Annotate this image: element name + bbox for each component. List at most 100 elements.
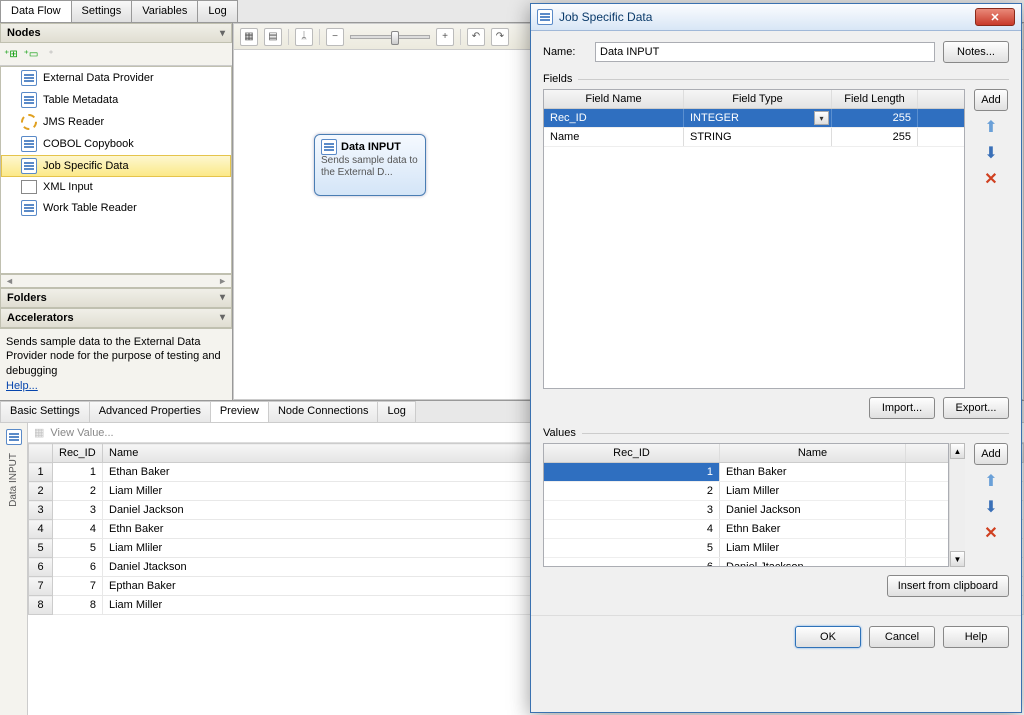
- insert-clipboard-button[interactable]: Insert from clipboard: [887, 575, 1009, 597]
- node-item-cobol-copybook[interactable]: COBOL Copybook: [1, 133, 231, 155]
- tab-data-flow[interactable]: Data Flow: [0, 0, 72, 22]
- export-button[interactable]: Export...: [943, 397, 1009, 419]
- help-button[interactable]: Help: [943, 626, 1009, 648]
- redo-icon[interactable]: ↷: [491, 28, 509, 46]
- node-item-work-table-reader[interactable]: Work Table Reader: [1, 197, 231, 219]
- delete-icon[interactable]: ✕: [984, 169, 997, 189]
- close-icon[interactable]: ✕: [975, 8, 1015, 26]
- tab-settings[interactable]: Settings: [71, 0, 133, 22]
- values-scrollbar[interactable]: ▲▼: [949, 443, 965, 567]
- node-item-xml-input[interactable]: XML Input: [1, 177, 231, 197]
- canvas-node-title: Data INPUT: [341, 141, 401, 153]
- values-table[interactable]: Rec_ID Name 1Ethan Baker2Liam Miller3Dan…: [543, 443, 949, 567]
- node-icon: [21, 180, 37, 194]
- node-label: Table Metadata: [43, 94, 118, 106]
- value-row[interactable]: 1Ethan Baker: [544, 463, 948, 482]
- collapse-icon[interactable]: ▾: [220, 28, 225, 39]
- undo-icon[interactable]: ↶: [467, 28, 485, 46]
- import-button[interactable]: Import...: [869, 397, 935, 419]
- help-link[interactable]: Help...: [6, 380, 38, 392]
- move-value-up-icon[interactable]: ⬆: [984, 471, 997, 491]
- tab-advanced-properties[interactable]: Advanced Properties: [89, 401, 211, 422]
- nodes-section-header[interactable]: Nodes ▾: [0, 23, 232, 43]
- fields-col-length[interactable]: Field Length: [832, 90, 918, 108]
- folders-label: Folders: [7, 292, 47, 304]
- dialog-titlebar[interactable]: Job Specific Data ✕: [531, 4, 1021, 31]
- node-icon: [21, 70, 37, 86]
- dialog-icon: [537, 9, 553, 25]
- grid-icon[interactable]: ▤: [264, 28, 282, 46]
- view-icon: ▦: [34, 426, 44, 439]
- add-group-icon[interactable]: ⁺⊞: [3, 46, 19, 62]
- ok-button[interactable]: OK: [795, 626, 861, 648]
- tab-variables[interactable]: Variables: [131, 0, 198, 22]
- move-value-down-icon[interactable]: ⬇: [984, 497, 997, 517]
- node-icon: [21, 114, 37, 130]
- dialog-title: Job Specific Data: [559, 10, 975, 24]
- field-row[interactable]: NameSTRING255: [544, 128, 964, 147]
- add-field-button[interactable]: Add: [974, 89, 1008, 111]
- fields-table[interactable]: Field Name Field Type Field Length Rec_I…: [543, 89, 965, 389]
- value-row[interactable]: 5Liam Mliler: [544, 539, 948, 558]
- canvas-node-data-input[interactable]: Data INPUT Sends sample data to the Exte…: [314, 134, 426, 196]
- zoom-out-icon[interactable]: −: [326, 28, 344, 46]
- node-icon: [21, 92, 37, 108]
- values-col-name[interactable]: Name: [720, 444, 906, 462]
- accel-label: Accelerators: [7, 312, 74, 324]
- node-label: Job Specific Data: [43, 160, 129, 172]
- move-down-icon[interactable]: ⬇: [984, 143, 997, 163]
- node-info: Sends sample data to the External Data P…: [0, 328, 232, 400]
- node-item-external-data-provider[interactable]: External Data Provider: [1, 67, 231, 89]
- tab-log[interactable]: Log: [197, 0, 237, 22]
- add-value-button[interactable]: Add: [974, 443, 1008, 465]
- job-specific-data-dialog: Job Specific Data ✕ Name: Notes... Field…: [530, 3, 1022, 713]
- node-item-table-metadata[interactable]: Table Metadata: [1, 89, 231, 111]
- hscroll[interactable]: ◄ ►: [0, 274, 232, 288]
- dialog-footer: OK Cancel Help: [531, 615, 1021, 658]
- field-row[interactable]: Rec_IDINTEGER▾255: [544, 109, 964, 128]
- cancel-button[interactable]: Cancel: [869, 626, 935, 648]
- fields-label: Fields: [543, 73, 572, 85]
- dropdown-icon[interactable]: ▾: [814, 111, 829, 125]
- node-label: COBOL Copybook: [43, 138, 134, 150]
- node-icon: [21, 200, 37, 216]
- value-row[interactable]: 4Ethn Baker: [544, 520, 948, 539]
- name-field[interactable]: [595, 42, 935, 62]
- view-value-btn[interactable]: View Value...: [50, 427, 113, 439]
- layout-icon[interactable]: ▦: [240, 28, 258, 46]
- node-item-jms-reader[interactable]: JMS Reader: [1, 111, 231, 133]
- fields-col-name[interactable]: Field Name: [544, 90, 684, 108]
- folders-section[interactable]: Folders ▾: [0, 288, 232, 308]
- tab-basic-settings[interactable]: Basic Settings: [0, 401, 90, 422]
- node-list[interactable]: External Data Provider Table Metadata JMS …: [0, 66, 232, 274]
- tab-preview[interactable]: Preview: [210, 401, 269, 422]
- tab-bottom-log[interactable]: Log: [377, 401, 415, 422]
- value-row[interactable]: 2Liam Miller: [544, 482, 948, 501]
- doc-icon: [6, 429, 22, 445]
- values-col-rec[interactable]: Rec_ID: [544, 444, 720, 462]
- nodes-toolbar: ⁺⊞ ⁺▭ ⁺: [0, 43, 232, 66]
- nodes-label: Nodes: [7, 27, 41, 39]
- zoom-in-icon[interactable]: +: [436, 28, 454, 46]
- accelerators-section[interactable]: Accelerators ▾: [0, 308, 232, 328]
- node-item-job-specific-data[interactable]: Job Specific Data: [1, 155, 231, 177]
- col-rec-id[interactable]: Rec_ID: [53, 444, 103, 463]
- canvas-node-sub: Sends sample data to the External D...: [321, 155, 419, 179]
- value-row[interactable]: 3Daniel Jackson: [544, 501, 948, 520]
- add-node-icon[interactable]: ⁺▭: [23, 46, 39, 62]
- left-panel: Nodes ▾ ⁺⊞ ⁺▭ ⁺ External Data Provider Ta…: [0, 23, 233, 400]
- node-label: External Data Provider: [43, 72, 154, 84]
- fields-col-type[interactable]: Field Type: [684, 90, 832, 108]
- info-text: Sends sample data to the External Data P…: [6, 336, 221, 378]
- zoom-slider[interactable]: [350, 35, 430, 39]
- doc-icon: [321, 139, 337, 155]
- name-label: Name:: [543, 46, 587, 58]
- delete-value-icon[interactable]: ✕: [984, 523, 997, 543]
- node-label: Work Table Reader: [43, 202, 137, 214]
- move-up-icon[interactable]: ⬆: [984, 117, 997, 137]
- add-sub-icon[interactable]: ⁺: [43, 46, 59, 62]
- value-row[interactable]: 6Daniel Jtackson: [544, 558, 948, 567]
- tab-node-connections[interactable]: Node Connections: [268, 401, 379, 422]
- notes-button[interactable]: Notes...: [943, 41, 1009, 63]
- tree-icon[interactable]: ᛦ: [295, 28, 313, 46]
